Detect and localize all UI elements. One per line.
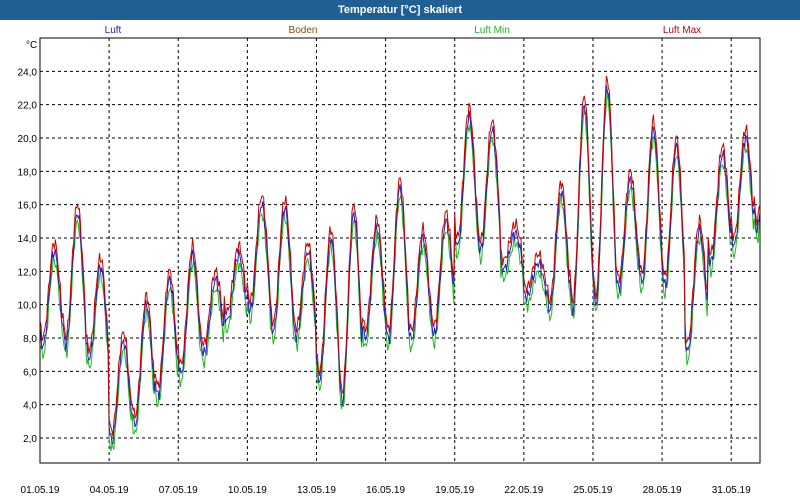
y-tick-label: 6,0	[23, 367, 37, 378]
chart-canvas: °C 2,04,06,08,010,012,014,016,018,020,02…	[0, 20, 761, 496]
plot-frame	[39, 37, 761, 464]
y-tick-label: 18,0	[18, 167, 38, 178]
grid-lines	[40, 38, 760, 463]
y-tick-labels: 2,0 4,0 6,0 8,0 10,0 12,0 14,0 16,0 18,0 20,0 22,0…	[18, 67, 38, 445]
x-tick-label: 31.05.19	[712, 485, 751, 496]
y-tick-label: 2,0	[23, 434, 37, 445]
x-tick-label: 22.05.19	[504, 485, 543, 496]
y-tick-label: 22,0	[18, 101, 38, 112]
y-tick-label: 14,0	[18, 234, 38, 245]
series-lines	[39, 75, 761, 452]
legend-entry: Luft Min	[474, 25, 510, 36]
chart-title: Temperatur [°C] skaliert	[0, 0, 800, 20]
y-tick-label: 20,0	[18, 134, 38, 145]
y-tick-label: 4,0	[23, 401, 37, 412]
legend-entry: Luft Max	[663, 25, 701, 36]
x-tick-label: 25.05.19	[573, 485, 612, 496]
x-tick-label: 16.05.19	[366, 485, 405, 496]
x-tick-label: 13.05.19	[297, 485, 336, 496]
x-tick-label: 28.05.19	[643, 485, 682, 496]
x-tick-label: 01.05.19	[21, 485, 60, 496]
y-tick-label: 10,0	[18, 301, 38, 312]
legend-entry: Boden	[289, 25, 318, 36]
chart-window: Temperatur [°C] skaliert °C 2,0 4,0 6,0 8,0…	[0, 0, 800, 500]
y-axis-unit-label: °C	[26, 40, 37, 51]
x-tick-label: 19.05.19	[435, 485, 474, 496]
y-tick-label: 24,0	[18, 67, 38, 78]
x-tick-label: 07.05.19	[159, 485, 198, 496]
x-tick-labels: 01.05.19 04.05.19 07.05.19 10.05.19 13.05.19…	[21, 485, 752, 496]
x-tick-label: 10.05.19	[228, 485, 267, 496]
y-tick-label: 16,0	[18, 201, 38, 212]
series-line-luft-max	[39, 75, 761, 437]
legend-entry: Luft	[105, 25, 122, 36]
series-line-luft	[39, 85, 761, 445]
y-tick-label: 8,0	[23, 334, 37, 345]
x-tick-label: 04.05.19	[90, 485, 129, 496]
legend: Luft Boden Luft Min Luft Max	[105, 25, 702, 36]
y-tick-label: 12,0	[18, 267, 38, 278]
